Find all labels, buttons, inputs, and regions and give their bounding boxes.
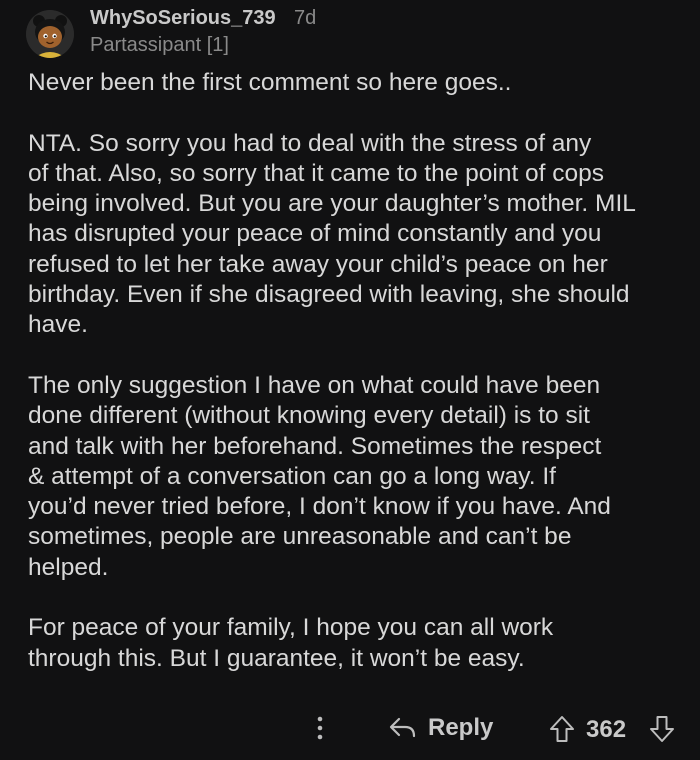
user-flair: Partassipant [1] xyxy=(90,34,229,56)
downvote-arrow-icon xyxy=(650,716,674,742)
comment-age: 7d xyxy=(294,7,317,29)
reply-button[interactable]: Reply xyxy=(388,710,493,746)
comment-actions-bar: Reply 362 xyxy=(0,706,700,750)
comment-body: Never been the first comment so here goe… xyxy=(28,68,678,704)
comment-paragraph: For peace of your family, I hope you can… xyxy=(28,614,554,672)
username[interactable]: WhySoSerious_739 xyxy=(90,7,276,30)
avatar-icon xyxy=(26,10,74,58)
vote-score: 362 xyxy=(586,716,627,743)
comment-paragraph: NTA. So sorry you had to deal with the s… xyxy=(28,129,636,339)
comment: WhySoSerious_739 7d Partassipant [1] Nev… xyxy=(0,0,700,760)
user-avatar[interactable] xyxy=(26,10,74,58)
upvote-button[interactable] xyxy=(548,714,576,744)
downvote-button[interactable] xyxy=(648,714,676,744)
upvote-arrow-icon xyxy=(550,716,574,742)
reply-label: Reply xyxy=(428,714,494,741)
vertical-dots-icon xyxy=(317,716,323,740)
comment-paragraph: Never been the first comment so here goe… xyxy=(28,69,512,96)
more-options-button[interactable] xyxy=(308,712,332,744)
reply-arrow-icon xyxy=(389,717,416,738)
comment-paragraph: The only suggestion I have on what could… xyxy=(28,371,611,581)
